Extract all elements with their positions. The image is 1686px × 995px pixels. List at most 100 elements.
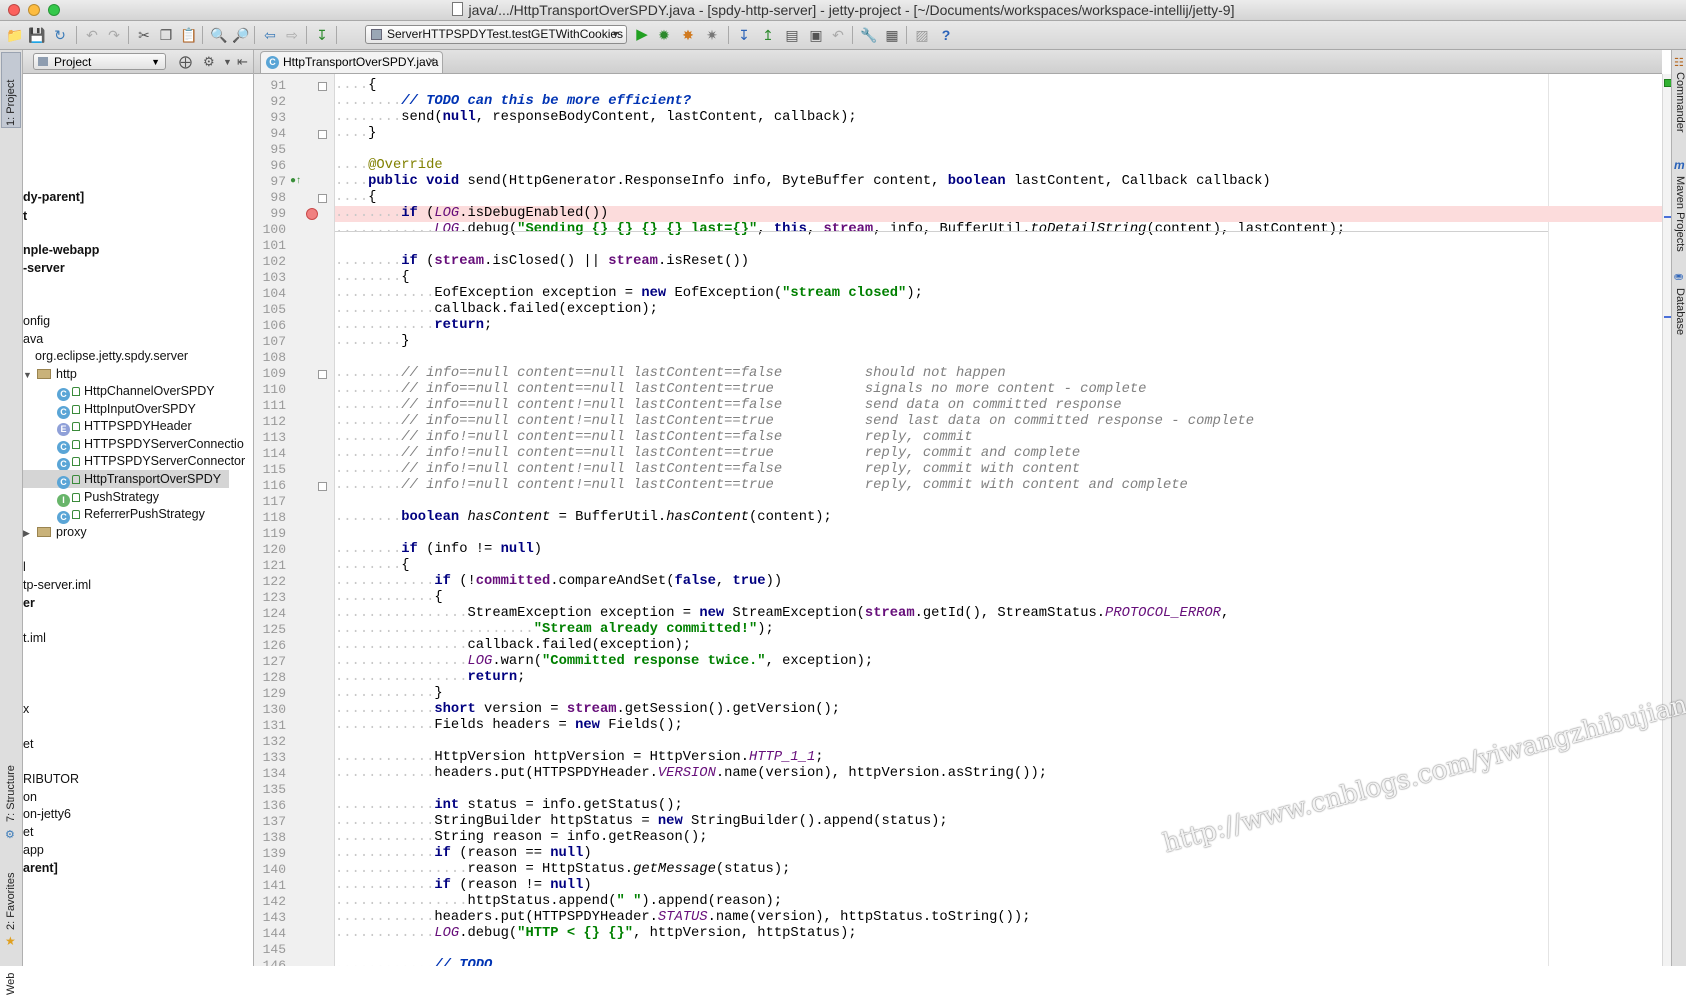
open-folder-icon[interactable]: 📁: [6, 27, 23, 43]
line-number[interactable]: 110: [254, 382, 286, 398]
line-number[interactable]: 136: [254, 798, 286, 814]
vcs-history-icon[interactable]: ▣: [808, 27, 824, 43]
undo-icon[interactable]: ↶: [84, 27, 100, 43]
code-line[interactable]: ............String reason = info.getReas…: [335, 830, 1662, 846]
sync-icon[interactable]: ↻: [52, 27, 68, 43]
code-line[interactable]: [335, 526, 1662, 542]
stripe-marker[interactable]: [1664, 316, 1671, 318]
back-icon[interactable]: ⇦: [262, 27, 278, 43]
code-line[interactable]: ........// info==null content!=null last…: [335, 414, 1662, 430]
tree-item[interactable]: RIBUTOR: [23, 770, 79, 788]
code-line[interactable]: ............if (!committed.compareAndSet…: [335, 574, 1662, 590]
line-number[interactable]: 129: [254, 686, 286, 702]
code-line[interactable]: ................StreamException exceptio…: [335, 606, 1662, 622]
line-number[interactable]: 132: [254, 734, 286, 750]
tree-item-class[interactable]: C ReferrerPushStrategy: [57, 505, 205, 524]
code-area[interactable]: ....{........// TODO can this be more ef…: [335, 78, 1662, 966]
tree-item[interactable]: t.iml: [23, 629, 46, 647]
save-icon[interactable]: 💾: [28, 27, 45, 43]
code-line[interactable]: ............headers.put(HTTPSPDYHeader.S…: [335, 910, 1662, 926]
line-number[interactable]: 116: [254, 478, 286, 494]
tab-favorites[interactable]: 2: Favorites: [5, 873, 17, 930]
tree-item[interactable]: x: [23, 700, 29, 718]
line-number[interactable]: 111: [254, 398, 286, 414]
line-number[interactable]: 141: [254, 878, 286, 894]
line-number[interactable]: 92: [254, 94, 286, 110]
run-icon[interactable]: ▶: [634, 27, 650, 43]
code-line[interactable]: ................httpStatus.append(" ").a…: [335, 894, 1662, 910]
tree-item[interactable]: et: [23, 735, 33, 753]
line-number[interactable]: 125: [254, 622, 286, 638]
line-number[interactable]: 144: [254, 926, 286, 942]
code-line[interactable]: ........................"Stream already …: [335, 622, 1662, 638]
line-number[interactable]: 121: [254, 558, 286, 574]
line-number[interactable]: 133: [254, 750, 286, 766]
close-tab-icon[interactable]: ✕: [427, 52, 436, 73]
code-line[interactable]: ........if (stream.isClosed() || stream.…: [335, 254, 1662, 270]
code-line[interactable]: ....{: [335, 78, 1662, 94]
copy-icon[interactable]: ❐: [158, 27, 174, 43]
line-number[interactable]: 139: [254, 846, 286, 862]
code-line[interactable]: ............short version = stream.getSe…: [335, 702, 1662, 718]
tasks-icon[interactable]: ▨: [914, 27, 930, 43]
line-number[interactable]: 123: [254, 590, 286, 606]
line-number[interactable]: 103: [254, 270, 286, 286]
line-number[interactable]: 105: [254, 302, 286, 318]
tree-item-class[interactable]: C HttpInputOverSPDY: [57, 400, 196, 419]
project-view-selector[interactable]: Project ▼: [33, 53, 166, 70]
code-line[interactable]: ........// info==null content==null last…: [335, 366, 1662, 382]
line-number[interactable]: 104: [254, 286, 286, 302]
code-line[interactable]: ........boolean hasContent = BufferUtil.…: [335, 510, 1662, 526]
tree-item-class[interactable]: C HTTPSPDYServerConnector: [57, 452, 245, 471]
code-line[interactable]: ....public void send(HttpGenerator.Respo…: [335, 174, 1662, 190]
tree-item-class[interactable]: E HTTPSPDYHeader: [57, 417, 192, 436]
tree-item[interactable]: et: [23, 823, 33, 841]
code-line[interactable]: [335, 942, 1662, 958]
tab-maven-projects[interactable]: Maven Projects: [1674, 176, 1686, 252]
code-line[interactable]: ............LOG.debug("HTTP < {} {}", ht…: [335, 926, 1662, 942]
tree-item-class[interactable]: C HttpChannelOverSPDY: [57, 382, 215, 401]
line-number[interactable]: 94: [254, 126, 286, 142]
line-number[interactable]: 106: [254, 318, 286, 334]
code-line[interactable]: ........// info!=null content!=null last…: [335, 478, 1662, 494]
code-line[interactable]: ............callback.failed(exception);: [335, 302, 1662, 318]
line-number[interactable]: 100: [254, 222, 286, 238]
line-number[interactable]: 143: [254, 910, 286, 926]
override-method-icon[interactable]: ●↑: [290, 175, 301, 186]
tree-item[interactable]: ava: [23, 330, 43, 348]
run-configuration-selector[interactable]: ServerHTTPSPDYTest.testGETWithCookies ▼: [365, 25, 627, 44]
code-line[interactable]: ............}: [335, 686, 1662, 702]
vcs-compare-icon[interactable]: ▤: [784, 27, 800, 43]
code-line[interactable]: ........send(null, responseBodyContent, …: [335, 110, 1662, 126]
code-line[interactable]: ........// TODO can this be more efficie…: [335, 94, 1662, 110]
line-number[interactable]: 128: [254, 670, 286, 686]
code-line[interactable]: [335, 238, 1662, 254]
code-line[interactable]: [335, 494, 1662, 510]
gear-chevron-icon[interactable]: ▼: [223, 57, 232, 67]
fold-marker-icon[interactable]: [318, 130, 327, 139]
tree-item[interactable]: app: [23, 841, 44, 859]
line-number[interactable]: 108: [254, 350, 286, 366]
code-line[interactable]: ........// info!=null content!=null last…: [335, 462, 1662, 478]
line-number[interactable]: 96: [254, 158, 286, 174]
fold-marker-icon[interactable]: [318, 370, 327, 379]
editor-gutter[interactable]: 91 92 93 94 95 96 97 98 99 100 101 102 103 104 105 106 1…: [254, 74, 335, 966]
tab-commander[interactable]: Commander: [1674, 72, 1686, 133]
code-editor[interactable]: 91 92 93 94 95 96 97 98 99 100 101 102 103 104 105 106 1…: [254, 74, 1662, 966]
settings-icon[interactable]: 🔧: [860, 27, 877, 43]
redo-icon[interactable]: ↷: [106, 27, 122, 43]
line-number[interactable]: 99: [254, 206, 286, 222]
line-number[interactable]: 115: [254, 462, 286, 478]
line-number[interactable]: 118: [254, 510, 286, 526]
tree-item-class[interactable]: I PushStrategy: [57, 488, 159, 507]
tab-project[interactable]: 1: Project: [5, 80, 17, 126]
code-line[interactable]: [335, 142, 1662, 158]
code-line[interactable]: ............Fields headers = new Fields(…: [335, 718, 1662, 734]
vcs-update-icon[interactable]: ↧: [736, 27, 752, 43]
tree-item-package[interactable]: ▼ http: [23, 365, 77, 383]
scroll-from-source-icon[interactable]: ⨁: [179, 54, 192, 70]
code-line[interactable]: ............{: [335, 590, 1662, 606]
line-number[interactable]: 134: [254, 766, 286, 782]
line-number[interactable]: 112: [254, 414, 286, 430]
tree-item[interactable]: t: [23, 207, 27, 225]
